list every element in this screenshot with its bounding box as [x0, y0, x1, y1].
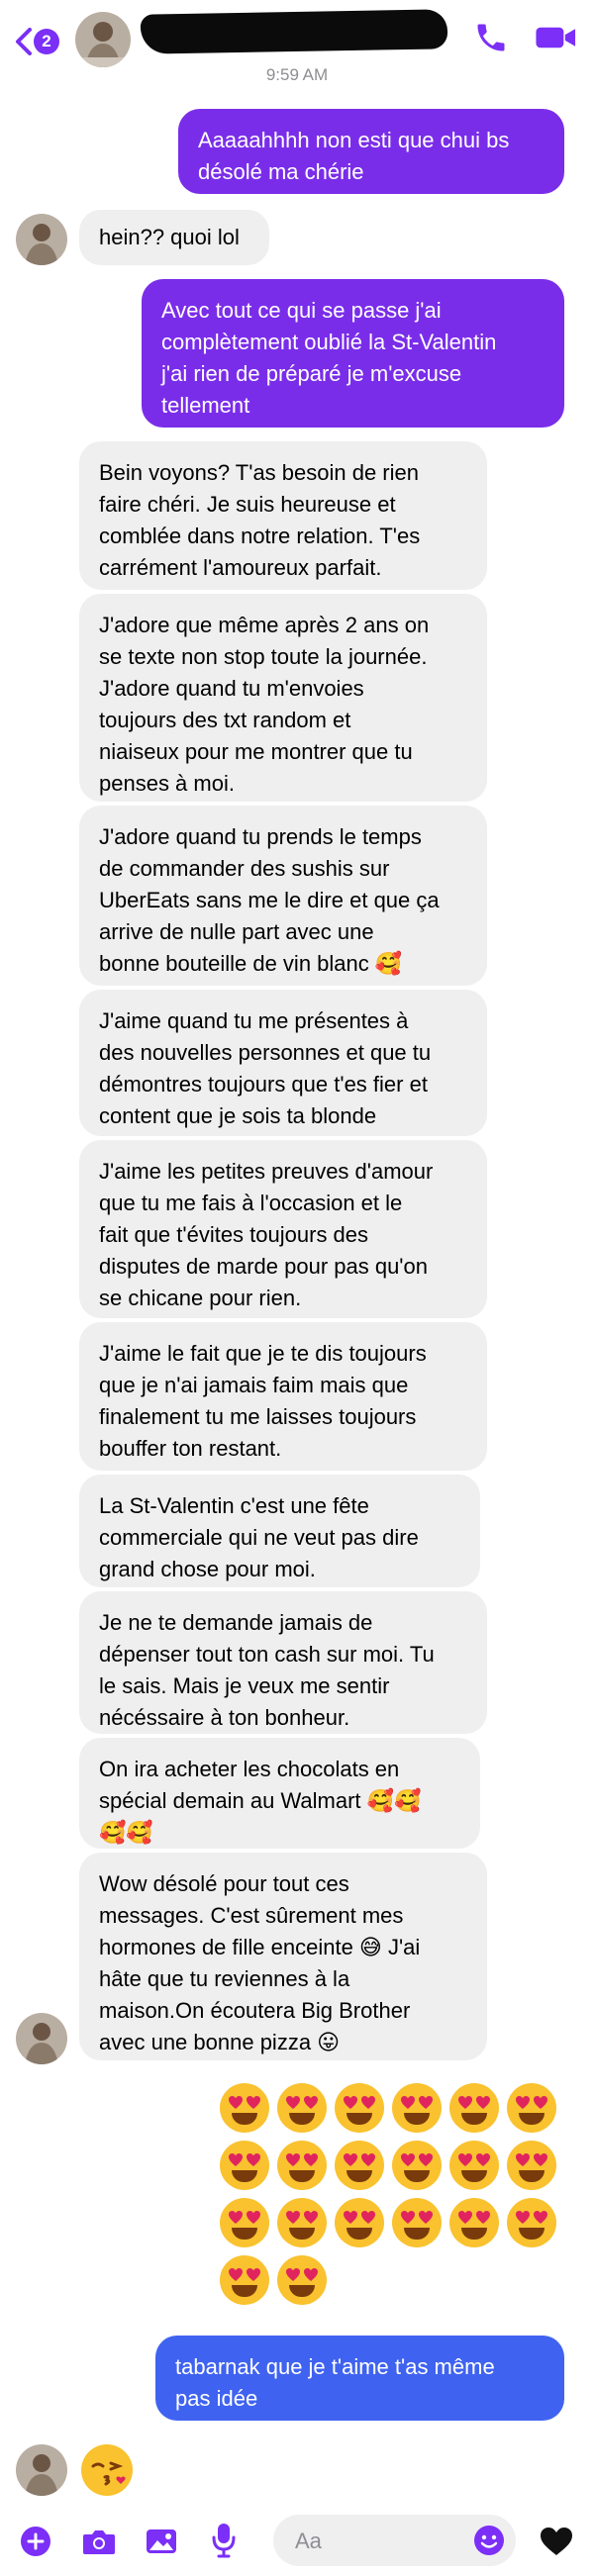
camera-icon[interactable] — [81, 2526, 117, 2557]
incoming-message[interactable]: Wow désolé pour tout ces messages. C'est… — [79, 1853, 487, 2060]
message-input-placeholder: Aa — [295, 2528, 322, 2553]
sender-avatar[interactable] — [16, 2013, 67, 2064]
sender-avatar[interactable] — [16, 2444, 67, 2496]
message-text: Je ne te demande jamais de dépenser tout… — [99, 1610, 435, 1730]
composer-bar: Aa — [0, 2504, 594, 2576]
heart-eyes-emoji — [220, 2083, 269, 2133]
contact-avatar[interactable] — [75, 12, 131, 67]
heart-eyes-emoji — [392, 2083, 442, 2133]
message-text: Avec tout ce qui se passe j'ai complètem… — [161, 298, 497, 418]
kiss-emoji-message[interactable] — [81, 2444, 133, 2496]
heart-eyes-emoji — [449, 2198, 499, 2247]
message-text: J'adore que même après 2 ans on se texte… — [99, 613, 430, 796]
message-text: J'aime le fait que je te dis toujours qu… — [99, 1341, 427, 1461]
heart-eyes-emoji — [277, 2255, 327, 2305]
heart-eyes-emoji — [277, 2083, 327, 2133]
message-text: tabarnak que je t'aime t'as même pas idé… — [175, 2354, 495, 2411]
message-text: Bein voyons? T'as besoin de rien faire c… — [99, 460, 421, 580]
heart-eyes-emoji — [449, 2141, 499, 2190]
incoming-message[interactable]: J'aime le fait que je te dis toujours qu… — [79, 1322, 487, 1471]
message-timestamp: 9:59 AM — [265, 65, 329, 84]
message-text: La St-Valentin c'est une fête commercial… — [99, 1493, 419, 1581]
incoming-message[interactable]: J'aime quand tu me présentes à des nouve… — [79, 990, 487, 1136]
heart-eyes-emoji — [507, 2083, 556, 2133]
heart-eyes-emoji — [507, 2141, 556, 2190]
phone-icon[interactable] — [473, 20, 509, 55]
face-blowing-kiss-icon — [82, 2445, 132, 2495]
incoming-message[interactable]: J'adore quand tu prends le temps de comm… — [79, 806, 487, 986]
incoming-message[interactable]: La St-Valentin c'est une fête commercial… — [79, 1475, 480, 1587]
microphone-icon[interactable] — [210, 2522, 238, 2559]
heart-eyes-emoji — [392, 2141, 442, 2190]
message-text: On ira acheter les chocolats en spécial … — [99, 1757, 422, 1845]
incoming-message[interactable]: J'aime les petites preuves d'amour que t… — [79, 1140, 487, 1318]
chevron-left-icon — [16, 28, 32, 55]
message-text: Wow désolé pour tout ces messages. C'est… — [99, 1871, 421, 2054]
emoji-icon[interactable] — [473, 2525, 505, 2556]
heart-eyes-emoji — [335, 2083, 384, 2133]
incoming-message[interactable]: hein?? quoi lol — [79, 210, 269, 265]
incoming-message[interactable]: Bein voyons? T'as besoin de rien faire c… — [79, 441, 487, 590]
redacted-contact-name — [140, 9, 448, 54]
heart-eyes-emoji — [335, 2198, 384, 2247]
message-text: J'adore quand tu prends le temps de comm… — [99, 824, 440, 976]
back-button[interactable]: 2 — [14, 22, 63, 61]
incoming-message[interactable]: Je ne te demande jamais de dépenser tout… — [79, 1591, 487, 1734]
incoming-message[interactable]: J'adore que même après 2 ans on se texte… — [79, 594, 487, 802]
incoming-message[interactable]: On ira acheter les chocolats en spécial … — [79, 1738, 480, 1849]
video-camera-icon[interactable] — [535, 20, 578, 55]
heart-eyes-emoji — [277, 2198, 327, 2247]
heart-eyes-emoji — [277, 2141, 327, 2190]
unread-count-badge: 2 — [34, 29, 59, 54]
message-text: J'aime les petites preuves d'amour que t… — [99, 1159, 434, 1310]
outgoing-message[interactable]: Aaaaahhhh non esti que chui bs désolé ma… — [178, 109, 564, 194]
outgoing-message[interactable]: tabarnak que je t'aime t'as même pas idé… — [155, 2336, 564, 2421]
heart-icon[interactable] — [539, 2526, 574, 2557]
message-text: Aaaaahhhh non esti que chui bs désolé ma… — [198, 128, 510, 184]
heart-eyes-emoji — [220, 2198, 269, 2247]
sender-avatar[interactable] — [16, 214, 67, 265]
chat-header: 2 9:59 AM — [0, 0, 594, 84]
heart-eyes-emoji — [507, 2198, 556, 2247]
gallery-icon[interactable] — [145, 2526, 178, 2557]
message-input[interactable]: Aa — [273, 2515, 516, 2566]
heart-eyes-emoji — [392, 2198, 442, 2247]
plus-icon[interactable] — [20, 2526, 51, 2557]
heart-eyes-emoji — [220, 2141, 269, 2190]
heart-eyes-emoji — [449, 2083, 499, 2133]
heart-eyes-emoji — [335, 2141, 384, 2190]
message-text: J'aime quand tu me présentes à des nouve… — [99, 1008, 432, 1128]
outgoing-message[interactable]: Avec tout ce qui se passe j'ai complètem… — [142, 279, 564, 428]
heart-eyes-emoji — [220, 2255, 269, 2305]
message-text: hein?? quoi lol — [99, 225, 240, 249]
